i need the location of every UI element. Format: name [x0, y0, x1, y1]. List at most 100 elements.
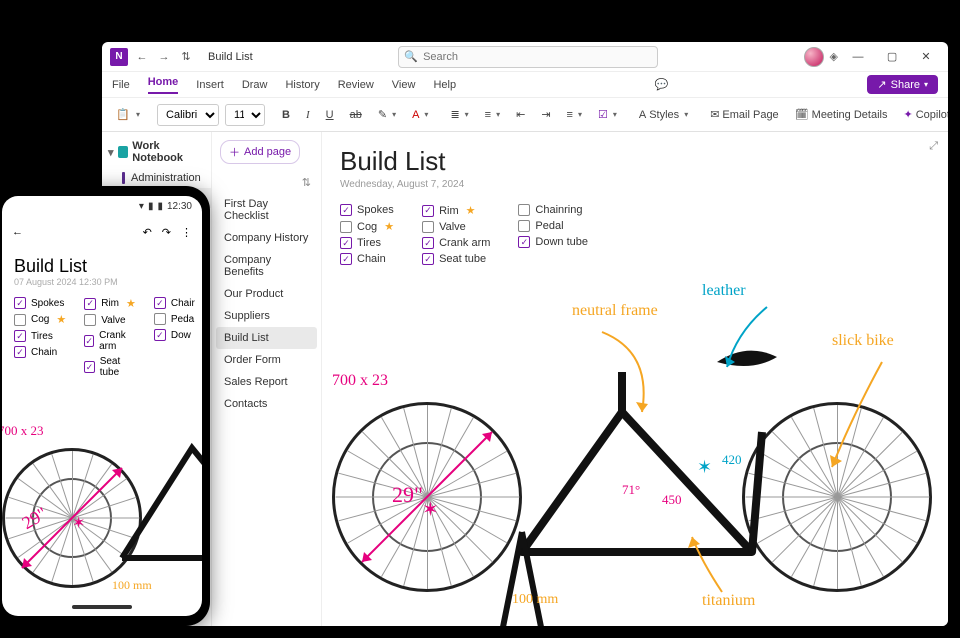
checklist-label: Seat tube — [439, 253, 486, 265]
section-color — [122, 172, 125, 184]
checklist-item[interactable]: ✓Tires — [14, 330, 66, 342]
checklist-item[interactable]: Peda — [154, 313, 195, 325]
checklist-item[interactable]: ✓Crank arm — [422, 237, 490, 249]
checklist-item[interactable]: ✓Chain — [340, 253, 394, 265]
document-title: Build List — [208, 51, 253, 63]
minimize-button[interactable]: — — [844, 51, 872, 63]
wifi-icon: ▾ — [139, 201, 144, 212]
checklist-item[interactable]: ✓Chain — [14, 346, 66, 358]
page-item[interactable]: Build List — [216, 327, 317, 349]
page-item[interactable]: Contacts — [216, 393, 317, 415]
page-item[interactable]: Sales Report — [216, 371, 317, 393]
comments-icon[interactable]: 💬 — [655, 78, 669, 91]
outdent-button[interactable]: ⇤ — [511, 105, 530, 124]
user-avatar[interactable] — [804, 47, 824, 67]
menu-help[interactable]: Help — [433, 79, 456, 91]
annot-100mm: 100 mm — [112, 578, 152, 593]
notebook-icon — [118, 146, 129, 158]
checklist-item[interactable]: ✓Crank arm — [84, 330, 136, 352]
menu-draw[interactable]: Draw — [242, 79, 268, 91]
checklist-item[interactable]: Cog★ — [14, 313, 66, 326]
checklist-item[interactable]: ✓Spokes — [14, 297, 66, 309]
align-button[interactable]: ≡ — [562, 106, 587, 124]
more-icon[interactable]: ⋮ — [181, 226, 192, 239]
section-item[interactable]: Administration — [102, 168, 211, 188]
share-label: Share — [891, 79, 920, 91]
share-button[interactable]: ↗ Share ▾ — [867, 75, 938, 94]
plus-icon: ＋ — [229, 144, 240, 160]
menu-history[interactable]: History — [285, 79, 319, 91]
checklist-item[interactable]: ✓Dow — [154, 329, 195, 341]
checklist-item[interactable]: ✓Tires — [340, 237, 394, 249]
email-page-button[interactable]: ✉Email Page — [705, 105, 783, 124]
checklist-item[interactable]: ✓Chair — [154, 297, 195, 309]
forward-icon[interactable]: → — [156, 49, 172, 65]
page-item[interactable]: Suppliers — [216, 305, 317, 327]
paste-button[interactable]: 📋 — [110, 105, 145, 124]
checklist-label: Rim — [439, 205, 459, 217]
notebook-header[interactable]: ▾ Work Notebook — [102, 136, 211, 168]
checklist-label: Spokes — [31, 298, 64, 309]
sync-icon[interactable]: ⇅ — [178, 49, 194, 65]
menu-insert[interactable]: Insert — [196, 79, 224, 91]
back-icon[interactable]: ← — [134, 49, 150, 65]
annot-leather: leather — [702, 282, 746, 300]
menu-file[interactable]: File — [112, 79, 130, 91]
search-input[interactable] — [398, 46, 658, 68]
copilot-button[interactable]: ✦Copilot — [898, 105, 948, 124]
underline-button[interactable]: U — [321, 106, 339, 124]
add-page-button[interactable]: ＋ Add page — [220, 140, 300, 164]
highlight-button[interactable]: ✎ — [373, 105, 401, 124]
close-button[interactable]: ✕ — [912, 50, 940, 63]
strike-button[interactable]: ab — [345, 106, 367, 124]
premium-icon[interactable]: ◈ — [830, 50, 838, 63]
checklist-item[interactable]: ✓Spokes — [340, 204, 394, 216]
checkbox-icon — [84, 314, 96, 326]
checklist-item[interactable]: Chainring — [518, 204, 588, 216]
checklist-item[interactable]: Pedal — [518, 220, 588, 232]
annot-420: 420 — [722, 452, 742, 468]
checklist-label: Valve — [101, 315, 125, 326]
checkbox-icon — [518, 204, 530, 216]
font-name-select[interactable]: Calibri — [157, 104, 219, 126]
numbering-button[interactable]: ≡ — [480, 106, 505, 124]
back-icon[interactable]: ← — [12, 226, 23, 238]
arrow-slick — [822, 357, 912, 477]
checklist-item[interactable]: Cog★ — [340, 220, 394, 233]
indent-icon: ⇥ — [541, 108, 550, 121]
checklist-item[interactable]: ✓Rim★ — [84, 297, 136, 310]
font-size-select[interactable]: 11 — [225, 104, 265, 126]
page-item[interactable]: Order Form — [216, 349, 317, 371]
expand-icon[interactable]: ⤢ — [929, 140, 938, 153]
checklist-item[interactable]: ✓Down tube — [518, 236, 588, 248]
indent-button[interactable]: ⇥ — [536, 105, 555, 124]
maximize-button[interactable]: ▢ — [878, 50, 906, 63]
italic-button[interactable]: I — [301, 106, 315, 124]
menu-review[interactable]: Review — [338, 79, 374, 91]
bullets-button[interactable]: ≣ — [445, 105, 473, 124]
page-item[interactable]: Company Benefits — [216, 249, 317, 283]
undo-icon[interactable]: ↶ — [143, 226, 152, 239]
share-icon: ↗ — [877, 78, 886, 91]
tag-button[interactable]: ☑ — [593, 105, 622, 124]
page-item[interactable]: Our Product — [216, 283, 317, 305]
page-item[interactable]: First Day Checklist — [216, 193, 317, 227]
menu-home[interactable]: Home — [148, 76, 179, 94]
styles-button[interactable]: AStyles — [634, 106, 693, 124]
redo-icon[interactable]: ↷ — [162, 226, 171, 239]
font-color-button[interactable]: A — [407, 106, 433, 124]
sort-pages-icon[interactable]: ⇅ — [302, 176, 311, 189]
checklist-item[interactable]: ✓Seat tube — [422, 253, 490, 265]
meeting-details-button[interactable]: 🗓Meeting Details — [790, 105, 893, 124]
onenote-app-icon: N — [110, 48, 128, 66]
checklist-item[interactable]: Valve — [84, 314, 136, 326]
page-canvas[interactable]: ⤢ Build List Wednesday, August 7, 2024 ✓… — [322, 132, 948, 626]
checklist-item[interactable]: Valve — [422, 221, 490, 233]
home-pill[interactable] — [72, 605, 132, 609]
global-search[interactable]: 🔍 — [398, 46, 658, 68]
checklist-item[interactable]: ✓Rim★ — [422, 204, 490, 217]
phone-canvas[interactable]: Build List 07 August 2024 12:30 PM ✓Spok… — [2, 248, 202, 598]
bold-button[interactable]: B — [277, 106, 295, 124]
menu-view[interactable]: View — [392, 79, 416, 91]
page-item[interactable]: Company History — [216, 227, 317, 249]
